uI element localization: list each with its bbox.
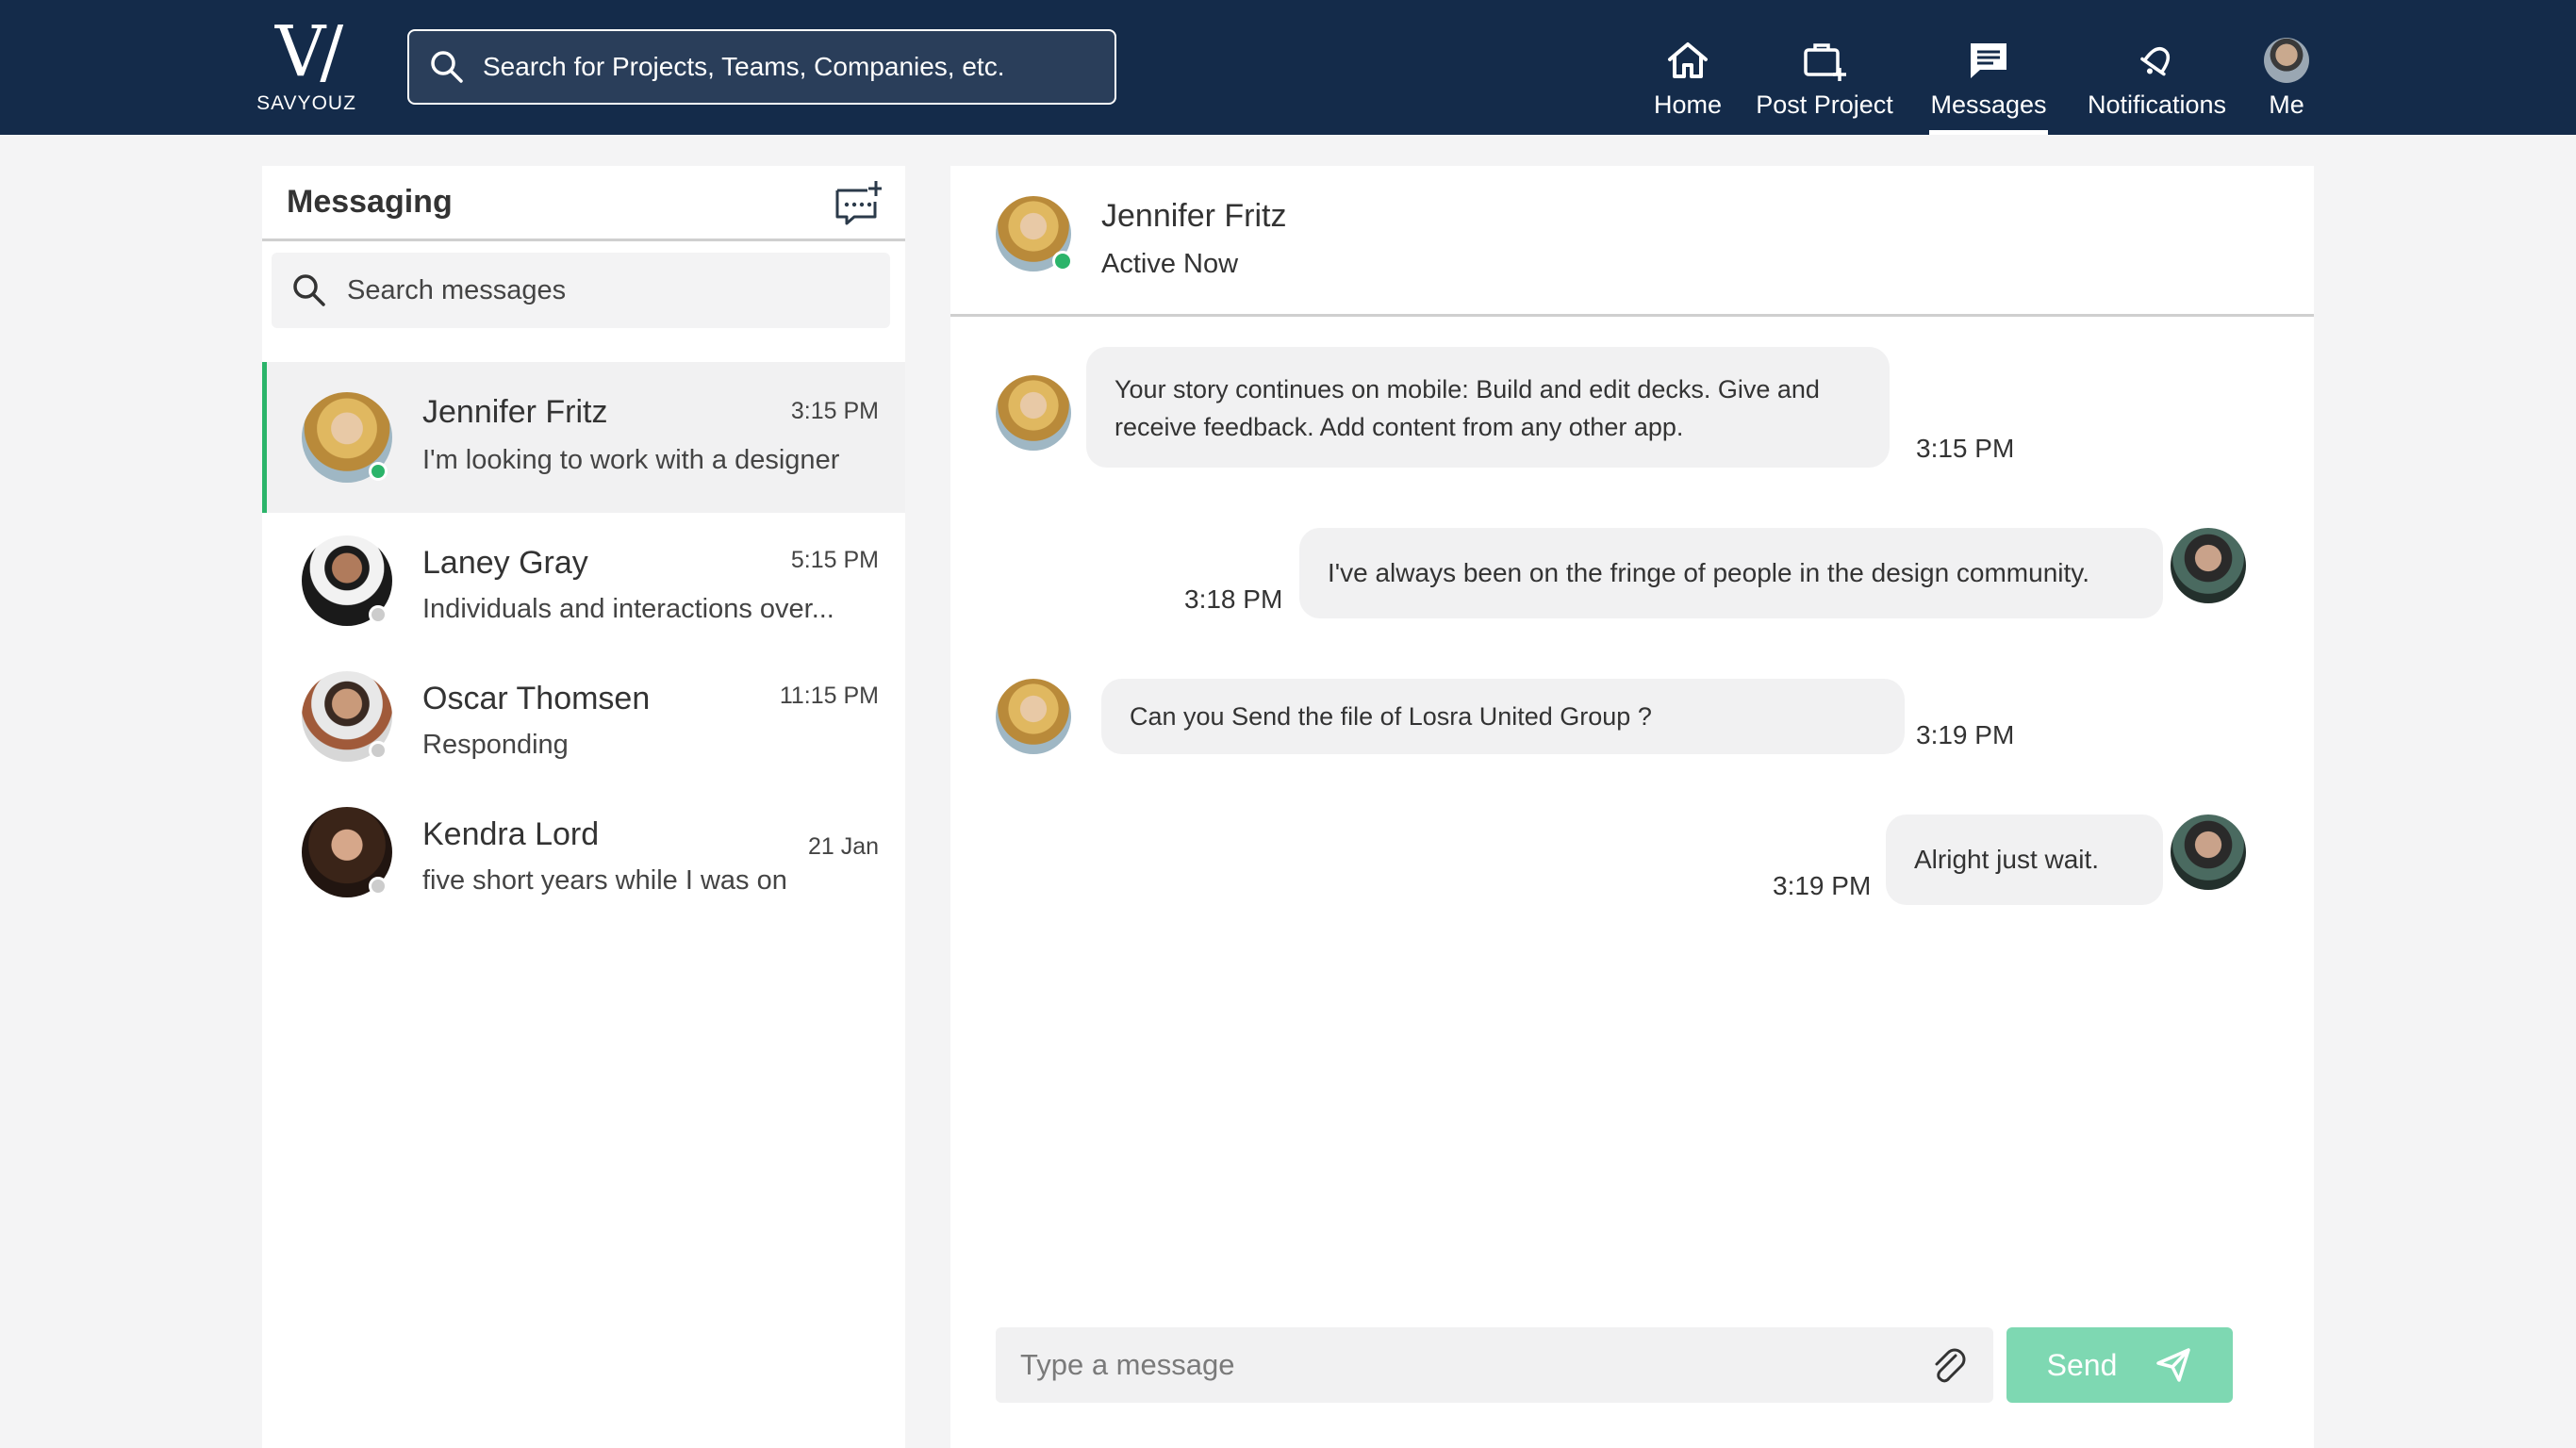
conversation-time: 11:15 PM (779, 683, 879, 709)
conversation-preview: Responding (422, 730, 569, 760)
nav-messages[interactable]: Messages (1929, 0, 2048, 135)
conversation-name: Kendra Lord (422, 816, 600, 852)
messaging-panel: Messaging Jennifer Fritz I'm looking to … (262, 166, 905, 1448)
online-status-dot (1052, 251, 1073, 272)
logo-text: SAVYOUZ (256, 92, 356, 114)
outgoing-message: I've always been on the fringe of people… (1299, 528, 2163, 618)
incoming-message: Can you Send the file of Losra United Gr… (1101, 679, 1905, 754)
message-input[interactable] (1020, 1348, 1907, 1382)
avatar (2171, 528, 2246, 603)
active-nav-indicator (1929, 130, 2048, 135)
conversation-preview: Individuals and interactions over... (422, 594, 834, 624)
incoming-message: Your story continues on mobile: Build an… (1086, 347, 1890, 468)
avatar (2171, 814, 2246, 890)
chat-header: Jennifer Fritz Active Now (950, 166, 2314, 317)
new-message-icon[interactable] (834, 179, 883, 226)
messaging-title: Messaging (287, 184, 453, 220)
offline-status-dot (369, 605, 388, 624)
conversation-item-oscar-thomsen[interactable]: Oscar Thomsen Responding 11:15 PM (262, 649, 905, 784)
bell-icon (2139, 46, 2170, 76)
conversation-preview: I'm looking to work with a designer (422, 445, 840, 475)
conversation-time: 5:15 PM (790, 547, 879, 573)
message-time: 3:19 PM (1916, 720, 2015, 749)
conversation-name: Jennifer Fritz (422, 394, 608, 430)
conversation-time: 3:15 PM (790, 398, 879, 424)
app-logo[interactable]: V/ SAVYOUZ (255, 17, 358, 121)
conversation-item-kendra-lord[interactable]: Kendra Lord five short years while I was… (262, 784, 905, 920)
conversation-item-jennifer-fritz[interactable]: Jennifer Fritz I'm looking to work with … (262, 362, 905, 513)
conversation-item-laney-gray[interactable]: Laney Gray Individuals and interactions … (262, 513, 905, 649)
global-search-input[interactable] (483, 52, 1086, 82)
nav-me-label: Me (2269, 90, 2304, 119)
message-icon (1971, 43, 2006, 78)
message-search-input[interactable] (347, 274, 856, 306)
message-time: 3:15 PM (1916, 434, 2015, 463)
avatar (996, 679, 1071, 754)
offline-status-dot (369, 741, 388, 760)
conversation-preview: five short years while I was on (422, 865, 787, 896)
home-icon (1668, 42, 1708, 78)
nav-me[interactable]: Me (2258, 0, 2315, 135)
global-search-box[interactable] (407, 29, 1116, 105)
search-icon (431, 51, 463, 83)
avatar (996, 375, 1071, 451)
nav-home-label: Home (1653, 90, 1723, 119)
search-icon (293, 274, 325, 306)
send-button[interactable]: Send (2006, 1327, 2233, 1403)
logo-mark: V/ (274, 11, 343, 92)
nav-post-project[interactable]: Post Project (1749, 0, 1900, 135)
nav-notifications-label: Notifications (2087, 90, 2227, 119)
chat-contact-status: Active Now (1101, 249, 1239, 279)
nav-messages-label: Messages (1930, 90, 2047, 119)
paperclip-icon[interactable] (1927, 1344, 1969, 1386)
send-icon (2156, 1348, 2191, 1382)
message-time: 3:18 PM (1184, 584, 1283, 614)
chat-contact-name[interactable]: Jennifer Fritz (1101, 198, 1287, 235)
message-search-box[interactable] (272, 253, 890, 328)
conversation-name: Laney Gray (422, 545, 588, 581)
briefcase-plus-icon (1804, 43, 1846, 81)
send-button-label: Send (2046, 1347, 2118, 1382)
outgoing-message: Alright just wait. (1886, 814, 2163, 905)
offline-status-dot (369, 877, 388, 896)
nav-notifications[interactable]: Notifications (2079, 0, 2235, 135)
conversation-time: 21 Jan (807, 833, 879, 860)
message-composer[interactable] (996, 1327, 1993, 1403)
message-time: 3:19 PM (1773, 871, 1872, 900)
conversation-name: Oscar Thomsen (422, 681, 651, 716)
online-status-dot (369, 462, 388, 481)
top-navbar: V/ SAVYOUZ Home Post Project (0, 0, 2576, 135)
messaging-header: Messaging (262, 166, 905, 241)
avatar (2264, 38, 2309, 83)
nav-post-project-label: Post Project (1756, 90, 1893, 119)
nav-home[interactable]: Home (1641, 0, 1735, 135)
chat-panel: Jennifer Fritz Active Now Your story con… (950, 166, 2314, 1448)
